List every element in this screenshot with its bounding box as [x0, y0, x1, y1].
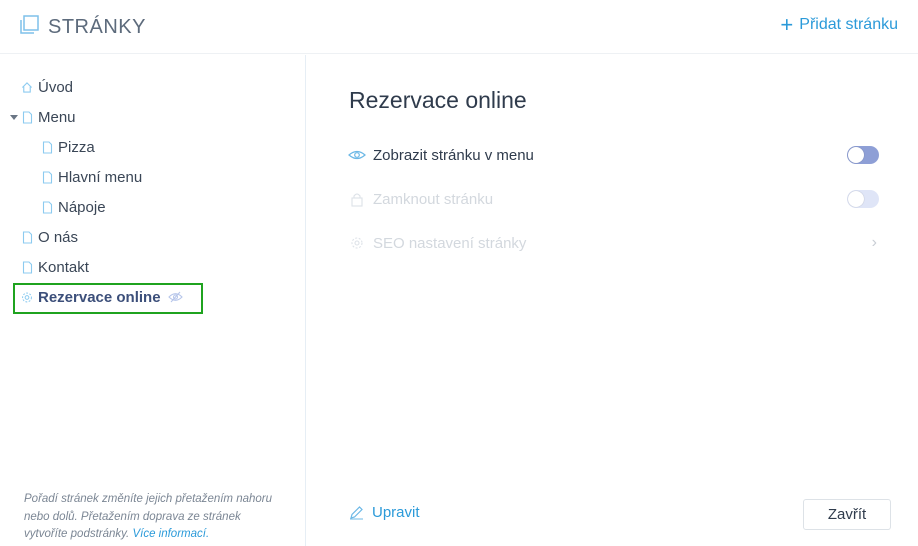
page-icon — [21, 230, 33, 244]
page-title-header: STRÁNKY — [48, 16, 146, 38]
sidebar: Úvod Menu Pizza Hlavní menu Nápoje O nás… — [0, 55, 306, 546]
sidebar-item-kontakt[interactable]: Kontakt — [21, 254, 89, 280]
option-seo-settings[interactable]: SEO nastavení stránky › — [347, 231, 879, 255]
option-lock-page: Zamknout stránku — [347, 187, 879, 211]
page-icon — [21, 260, 33, 274]
option-label: Zobrazit stránku v menu — [373, 146, 534, 164]
page-title: Rezervace online — [349, 87, 527, 113]
edit-label: Upravit — [372, 504, 420, 521]
add-page-button[interactable]: + Přidat stránku — [780, 12, 898, 37]
lock-icon — [347, 191, 367, 207]
sidebar-item-label: Hlavní menu — [58, 168, 143, 186]
sidebar-item-o-nas[interactable]: O nás — [21, 224, 78, 250]
edit-button[interactable]: Upravit — [349, 504, 420, 521]
page-icon — [41, 200, 53, 214]
sidebar-item-label: Pizza — [58, 138, 95, 156]
show-in-menu-toggle[interactable] — [847, 146, 879, 164]
pencil-icon — [349, 505, 364, 520]
home-icon — [21, 80, 33, 94]
pages-icon — [18, 14, 40, 41]
sidebar-item-hlavni-menu[interactable]: Hlavní menu — [41, 164, 142, 190]
add-page-label: Přidat stránku — [799, 16, 898, 33]
more-info-link[interactable]: Více informací. — [132, 528, 209, 540]
page-detail-panel: Rezervace online Zobrazit stránku v menu… — [307, 55, 918, 546]
header: STRÁNKY + Přidat stránku — [0, 0, 918, 54]
plus-icon: + — [780, 12, 794, 37]
option-show-in-menu: Zobrazit stránku v menu — [347, 143, 879, 167]
sidebar-item-menu[interactable]: Menu — [21, 104, 76, 130]
page-icon — [21, 110, 33, 124]
eye-icon — [347, 147, 367, 163]
sidebar-item-uvod[interactable]: Úvod — [21, 74, 73, 100]
option-label: Zamknout stránku — [373, 190, 494, 208]
sidebar-item-pizza[interactable]: Pizza — [41, 134, 95, 160]
sidebar-item-label: Kontakt — [38, 258, 89, 276]
toggle-knob — [848, 191, 864, 207]
sidebar-item-label: Úvod — [38, 78, 74, 96]
close-button[interactable]: Zavřít — [803, 499, 891, 530]
page-icon — [41, 170, 53, 184]
toggle-knob — [848, 147, 864, 163]
lock-page-toggle[interactable] — [847, 190, 879, 208]
sidebar-item-label: Nápoje — [58, 198, 106, 216]
caret-down-icon[interactable] — [10, 115, 18, 120]
seo-icon — [347, 235, 367, 251]
sidebar-hint: Pořadí stránek změníte jejich přetažením… — [24, 491, 286, 544]
page-icon — [41, 140, 53, 154]
sidebar-item-napoje[interactable]: Nápoje — [41, 194, 106, 220]
option-label: SEO nastavení stránky — [373, 234, 527, 252]
selection-highlight — [13, 283, 203, 314]
sidebar-item-label: Menu — [38, 108, 76, 126]
sidebar-item-label: O nás — [38, 228, 79, 246]
chevron-right-icon: › — [871, 234, 877, 251]
header-title-wrap: STRÁNKY — [18, 14, 146, 41]
